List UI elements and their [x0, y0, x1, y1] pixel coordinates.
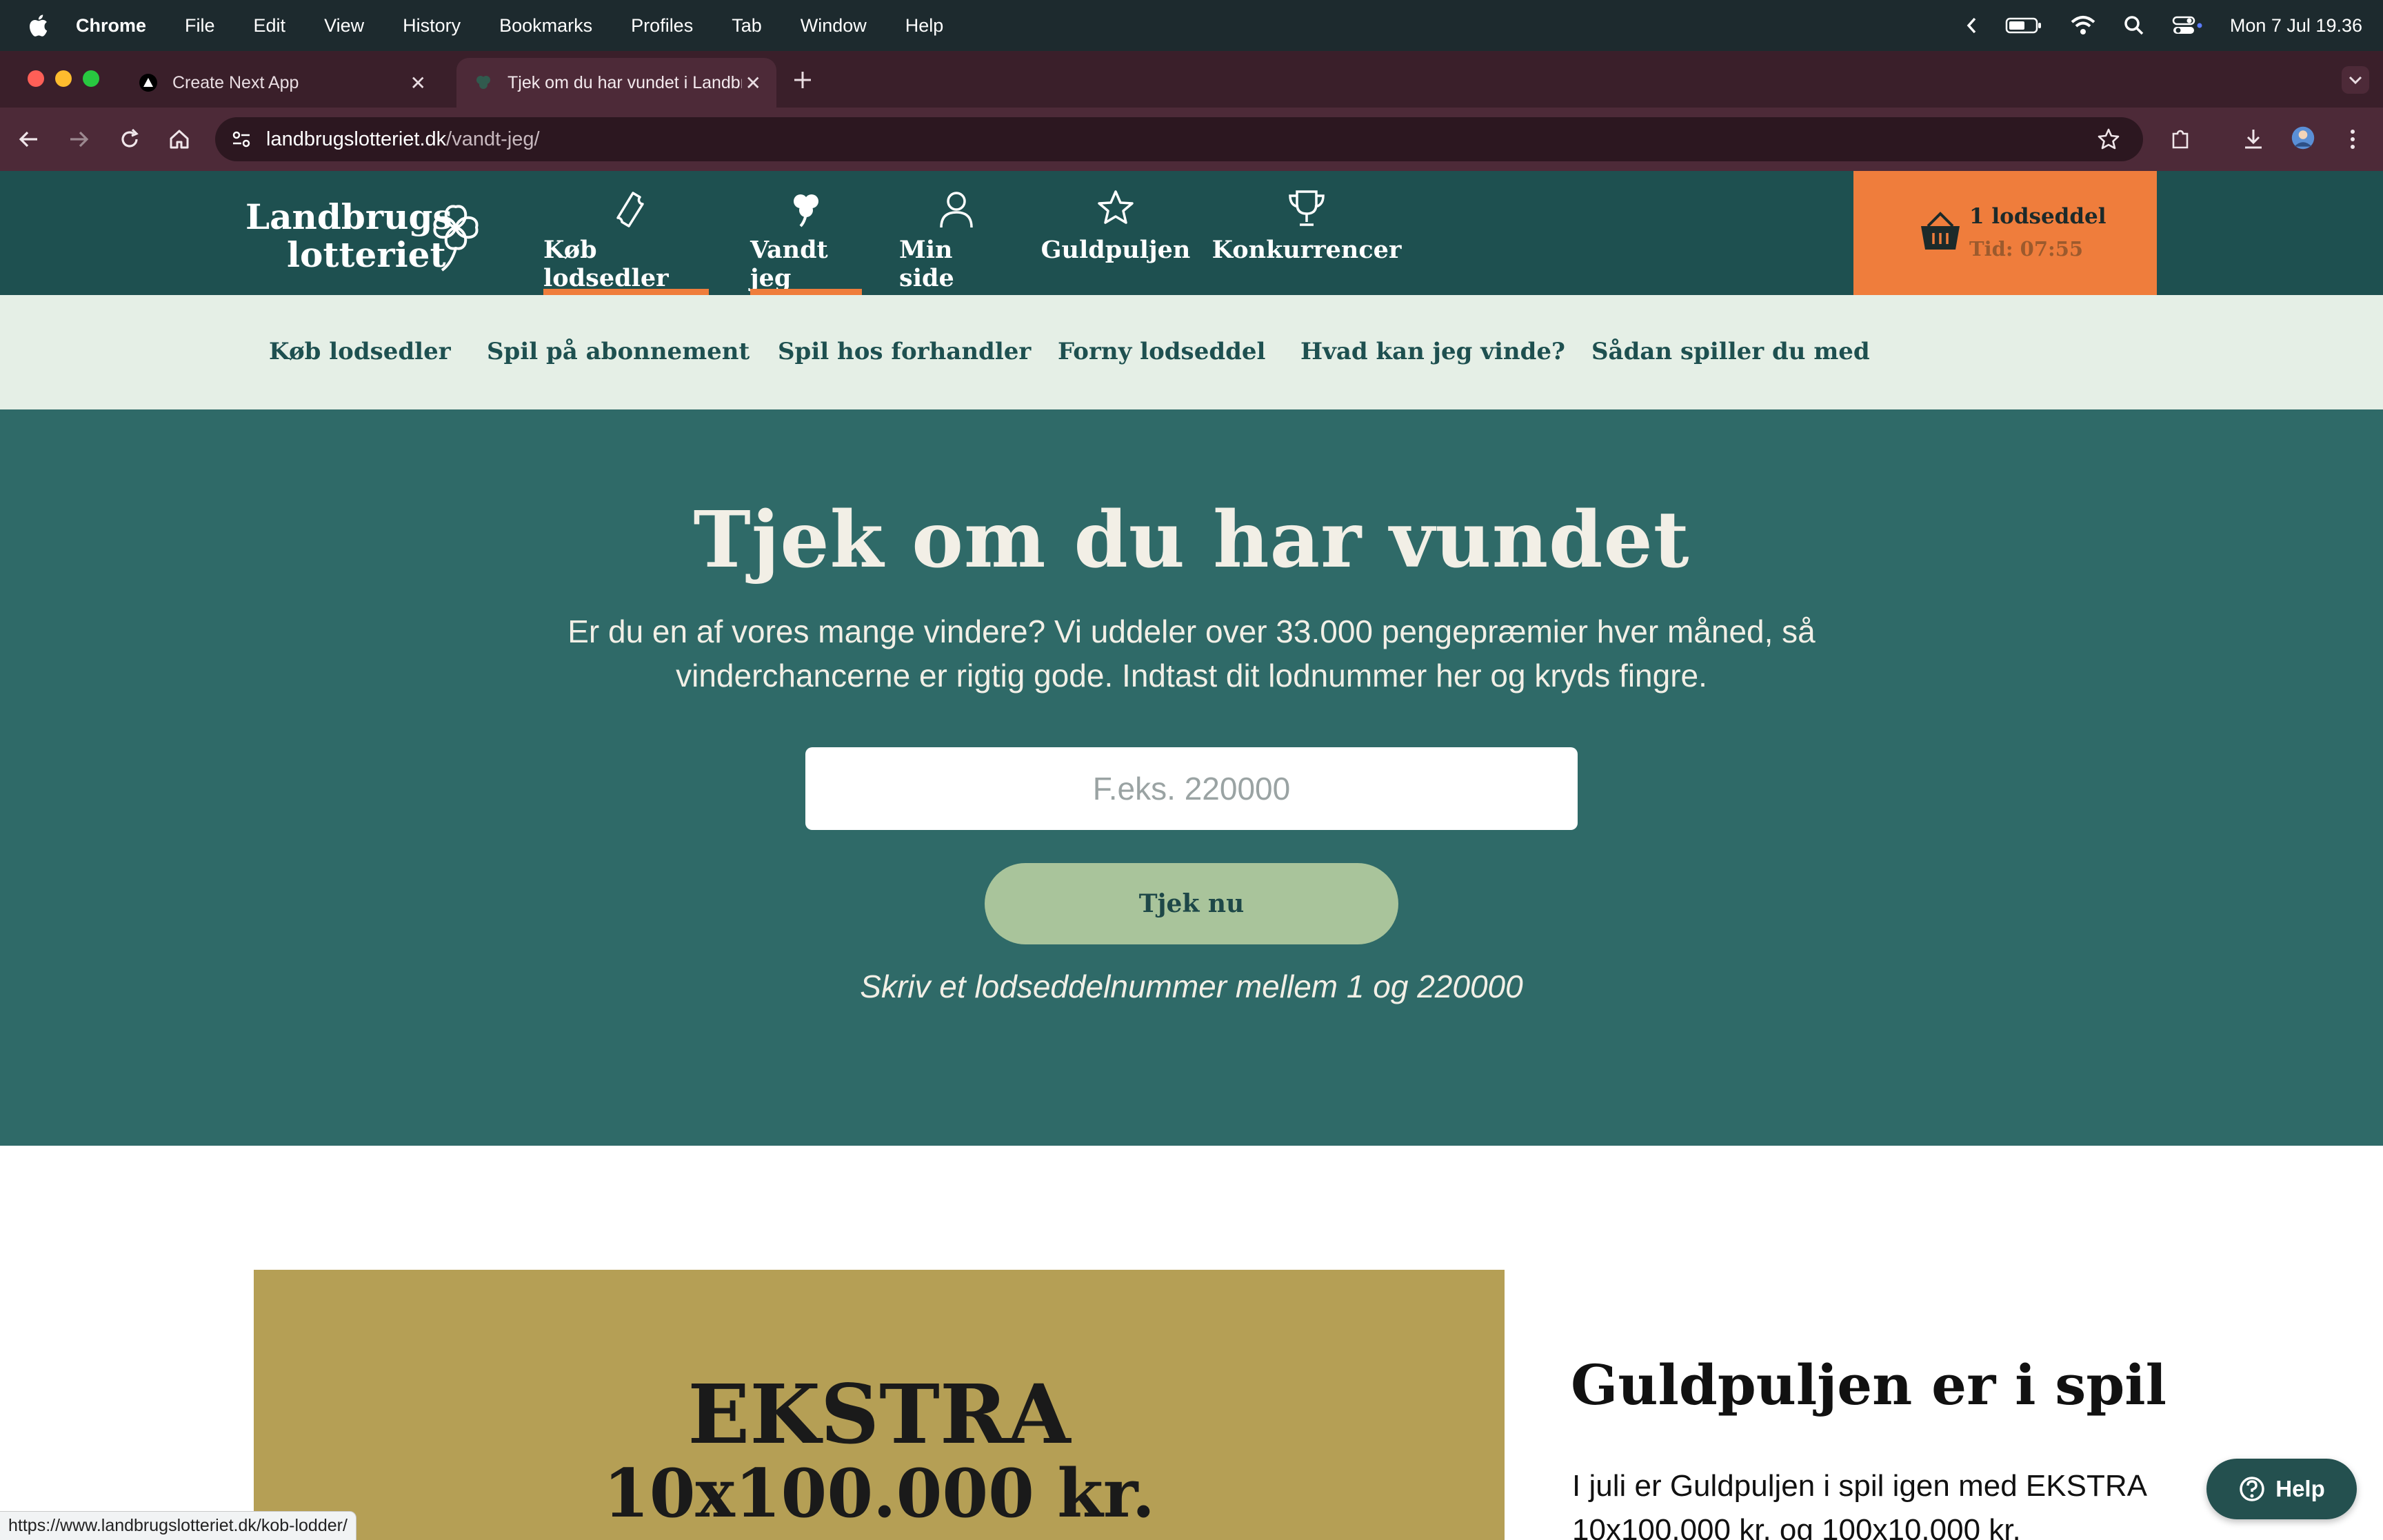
ticket-number-input[interactable] [805, 747, 1578, 830]
cart-button[interactable]: 1 lodseddel Tid: 07:55 [1853, 171, 2157, 295]
mainnav-label: Køb lodsedler [543, 236, 669, 292]
section-text: I juli er Guldpuljen i spil igen med EKS… [1572, 1469, 2146, 1540]
input-hint: Skriv et lodseddelnummer mellem 1 og 220… [860, 969, 1523, 1004]
user-icon [940, 192, 973, 228]
window-close-button[interactable] [28, 70, 44, 87]
hero-description: Er du en af vores mange vindere? Vi udde… [567, 614, 1816, 693]
mainnav-did-i-win[interactable]: Vandt jeg [750, 186, 862, 295]
url-host: landbrugslotteriet.dk [266, 128, 447, 150]
mainnav-my-page[interactable]: Min side [899, 186, 1014, 295]
page-title: Tjek om du har vundet [693, 495, 1690, 585]
control-center-icon[interactable] [2172, 15, 2202, 36]
menu-file[interactable]: File [185, 15, 215, 37]
menu-help[interactable]: Help [905, 15, 944, 37]
download-icon[interactable] [2241, 127, 2266, 152]
profile-avatar-icon[interactable] [2291, 125, 2315, 150]
question-icon [2240, 1477, 2264, 1501]
window-zoom-button[interactable] [83, 70, 99, 87]
menu-window[interactable]: Window [801, 15, 867, 37]
mainnav-buy-tickets[interactable]: Køb lodsedler [543, 186, 709, 295]
url-path: /vandt-jeg/ [446, 128, 540, 150]
promo-headline: EKSTRA [687, 1366, 1071, 1462]
address-bar[interactable]: landbrugslotteriet.dk/vandt-jeg/ [215, 117, 2143, 161]
logo-line1: Landbrugs [245, 196, 452, 237]
subnav-buy-tickets[interactable]: Køb lodsedler [269, 338, 451, 365]
tab-search-icon[interactable] [2342, 66, 2369, 94]
basket-icon [1921, 212, 1960, 250]
window-minimize-button[interactable] [55, 70, 72, 87]
star-icon [1098, 190, 1134, 224]
extensions-icon[interactable] [2168, 127, 2193, 152]
link-status-bar: https://www.landbrugslotteriet.dk/kob-lo… [0, 1511, 356, 1540]
forward-arrow-icon[interactable] [66, 127, 91, 152]
help-label: Help [2275, 1476, 2325, 1501]
mainnav-label: Vandt jeg [750, 236, 828, 292]
battery-icon[interactable] [2005, 16, 2042, 35]
apple-icon[interactable] [28, 14, 48, 37]
back-arrow-icon[interactable] [17, 127, 41, 152]
tab-close-icon[interactable]: ✕ [410, 72, 426, 94]
site-settings-icon[interactable] [230, 128, 252, 150]
ticket-icon [616, 192, 644, 227]
browser-tab-active[interactable]: Tjek om du har vundet i Landbrugslotteri… [456, 58, 776, 108]
check-now-button[interactable]: Tjek nu [985, 863, 1398, 944]
chevron-left-icon[interactable] [1965, 16, 1978, 35]
trophy-icon [1289, 190, 1325, 226]
mainnav-label: Guldpuljen [1040, 236, 1191, 264]
bookmark-star-icon[interactable] [2096, 127, 2121, 152]
active-underline [543, 289, 709, 295]
menu-bookmarks[interactable]: Bookmarks [499, 15, 592, 37]
section-title: Guldpuljen er i spil [1571, 1352, 2167, 1417]
reload-icon[interactable] [117, 127, 142, 152]
menu-tab[interactable]: Tab [732, 15, 762, 37]
mainnav-label: Konkurrencer [1211, 236, 1402, 264]
clover-favicon-icon [476, 76, 490, 89]
os-menubar: Chrome File Edit View History Bookmarks … [0, 0, 2383, 51]
site-logo[interactable]: Landbrugs lotteriet [245, 194, 501, 277]
mainnav-competitions[interactable]: Konkurrencer [1212, 186, 1401, 295]
nextjs-favicon-icon [139, 74, 157, 92]
browser-tab[interactable]: Create Next App ✕ [121, 58, 441, 108]
help-button[interactable]: Help [2206, 1459, 2357, 1519]
cart-title: 1 lodseddel [1969, 204, 2107, 229]
menubar-status-area: Mon 7 Jul 19.36 [1965, 0, 2362, 51]
promo-banner[interactable]: EKSTRA 10x100.000 kr. [254, 1270, 1505, 1540]
tab-close-icon[interactable]: ✕ [745, 72, 761, 94]
mainnav-label: Min side [899, 236, 954, 292]
menu-app-name[interactable]: Chrome [76, 15, 146, 37]
logo-line2: lotteriet [287, 234, 446, 275]
menu-view[interactable]: View [324, 15, 364, 37]
logo-mark: Landbrugs lotteriet [245, 196, 479, 275]
subnav-what-can-i-win[interactable]: Hvad kan jeg vinde? [1300, 338, 1565, 365]
more-menu-icon[interactable] [2340, 127, 2365, 152]
promo-prize: 10x100.000 kr. [603, 1455, 1156, 1532]
menu-edit[interactable]: Edit [254, 15, 286, 37]
subnav-renew-ticket[interactable]: Forny lodseddel [1058, 338, 1265, 365]
clover-icon [794, 194, 818, 227]
cart-timer: Tid: 07:55 [1969, 237, 2084, 261]
new-tab-icon[interactable] [792, 69, 814, 91]
spotlight-search-icon[interactable] [2124, 15, 2144, 36]
menu-history[interactable]: History [403, 15, 461, 37]
subnav-how-to-play[interactable]: Sådan spiller du med [1591, 338, 1870, 365]
wifi-icon[interactable] [2070, 15, 2096, 36]
subnav-subscription[interactable]: Spil på abonnement [487, 338, 750, 365]
home-icon[interactable] [167, 127, 192, 152]
menu-profiles[interactable]: Profiles [631, 15, 693, 37]
tab-title: Tjek om du har vundet i Landbrugslotteri… [507, 72, 742, 92]
subnav-retailer[interactable]: Spil hos forhandler [778, 338, 1031, 365]
mainnav-gold-pool[interactable]: Guldpuljen [1041, 186, 1190, 295]
active-underline [750, 289, 862, 295]
tab-title: Create Next App [172, 72, 299, 92]
menubar-clock[interactable]: Mon 7 Jul 19.36 [2230, 15, 2362, 37]
